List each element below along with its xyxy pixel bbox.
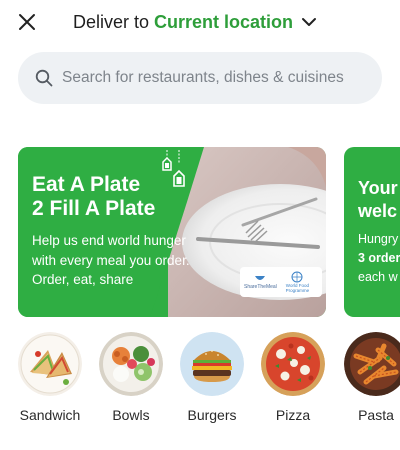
category-pizza[interactable]: Pizza (251, 332, 335, 423)
promo-text-2: Your welc Hungry 3 order each w (358, 177, 400, 287)
category-label: Pizza (275, 407, 311, 423)
bowl-image (99, 332, 163, 396)
cuisine-categories: Sandwich Bowls Burgers Pizza Pasta (0, 332, 400, 432)
promo-subtitle-line2: with every meal you order. (32, 252, 190, 268)
promo2-title-line1: Your (358, 178, 398, 198)
category-label: Burgers (187, 407, 237, 423)
promo-title-line2: 2 Fill A Plate (32, 197, 156, 220)
wfp-label: World Food Programme (285, 283, 310, 293)
promo-text: Eat A Plate 2 Fill A Plate Help us end w… (32, 173, 212, 290)
promo-title-line1: Eat A Plate (32, 173, 141, 196)
share-the-meal-label: ShareTheMeal (244, 284, 277, 290)
sandwich-image (18, 332, 82, 396)
delivery-header: Deliver to Current location (0, 0, 400, 44)
chevron-down-icon (301, 16, 317, 28)
category-burgers[interactable]: Burgers (170, 332, 254, 423)
category-label: Bowls (112, 407, 150, 423)
deliver-to-label: Deliver to (73, 11, 150, 32)
promo-banner-welcome[interactable]: Your welc Hungry 3 order each w (344, 147, 400, 317)
category-bowls[interactable]: Bowls (89, 332, 173, 423)
current-location-label: Current location (154, 11, 294, 32)
promo-carousel[interactable]: Eat A Plate 2 Fill A Plate Help us end w… (0, 147, 400, 317)
promo-subtitle-line1: Help us end world hunger (32, 233, 186, 248)
search-input[interactable] (62, 69, 372, 87)
category-label: Pasta (358, 407, 394, 423)
promo-banner-share-the-meal[interactable]: Eat A Plate 2 Fill A Plate Help us end w… (18, 147, 326, 317)
pasta-image (344, 332, 400, 396)
category-label: Sandwich (19, 407, 81, 423)
search-icon (34, 68, 54, 88)
share-the-meal-logo-icon (255, 276, 266, 280)
category-pasta[interactable]: Pasta (334, 332, 400, 423)
promo2-title-line2: welc (358, 201, 398, 221)
promo2-subtitle-line2: 3 order (358, 251, 400, 265)
close-button[interactable] (14, 9, 40, 35)
category-sandwich[interactable]: Sandwich (8, 332, 92, 423)
wfp-logo-icon (291, 271, 303, 283)
close-icon (19, 14, 35, 30)
promo2-subtitle-line1: Hungry (358, 232, 399, 246)
search-bar[interactable] (18, 52, 382, 104)
promo-subtitle-line3: Order, eat, share (32, 272, 134, 287)
pizza-image (261, 332, 325, 396)
delivery-location-selector[interactable]: Deliver to Current location (73, 10, 317, 34)
burger-image (180, 332, 244, 396)
promo2-subtitle-line3: each w (358, 270, 398, 284)
partner-badge: ShareTheMeal World Food Programme (240, 267, 322, 297)
